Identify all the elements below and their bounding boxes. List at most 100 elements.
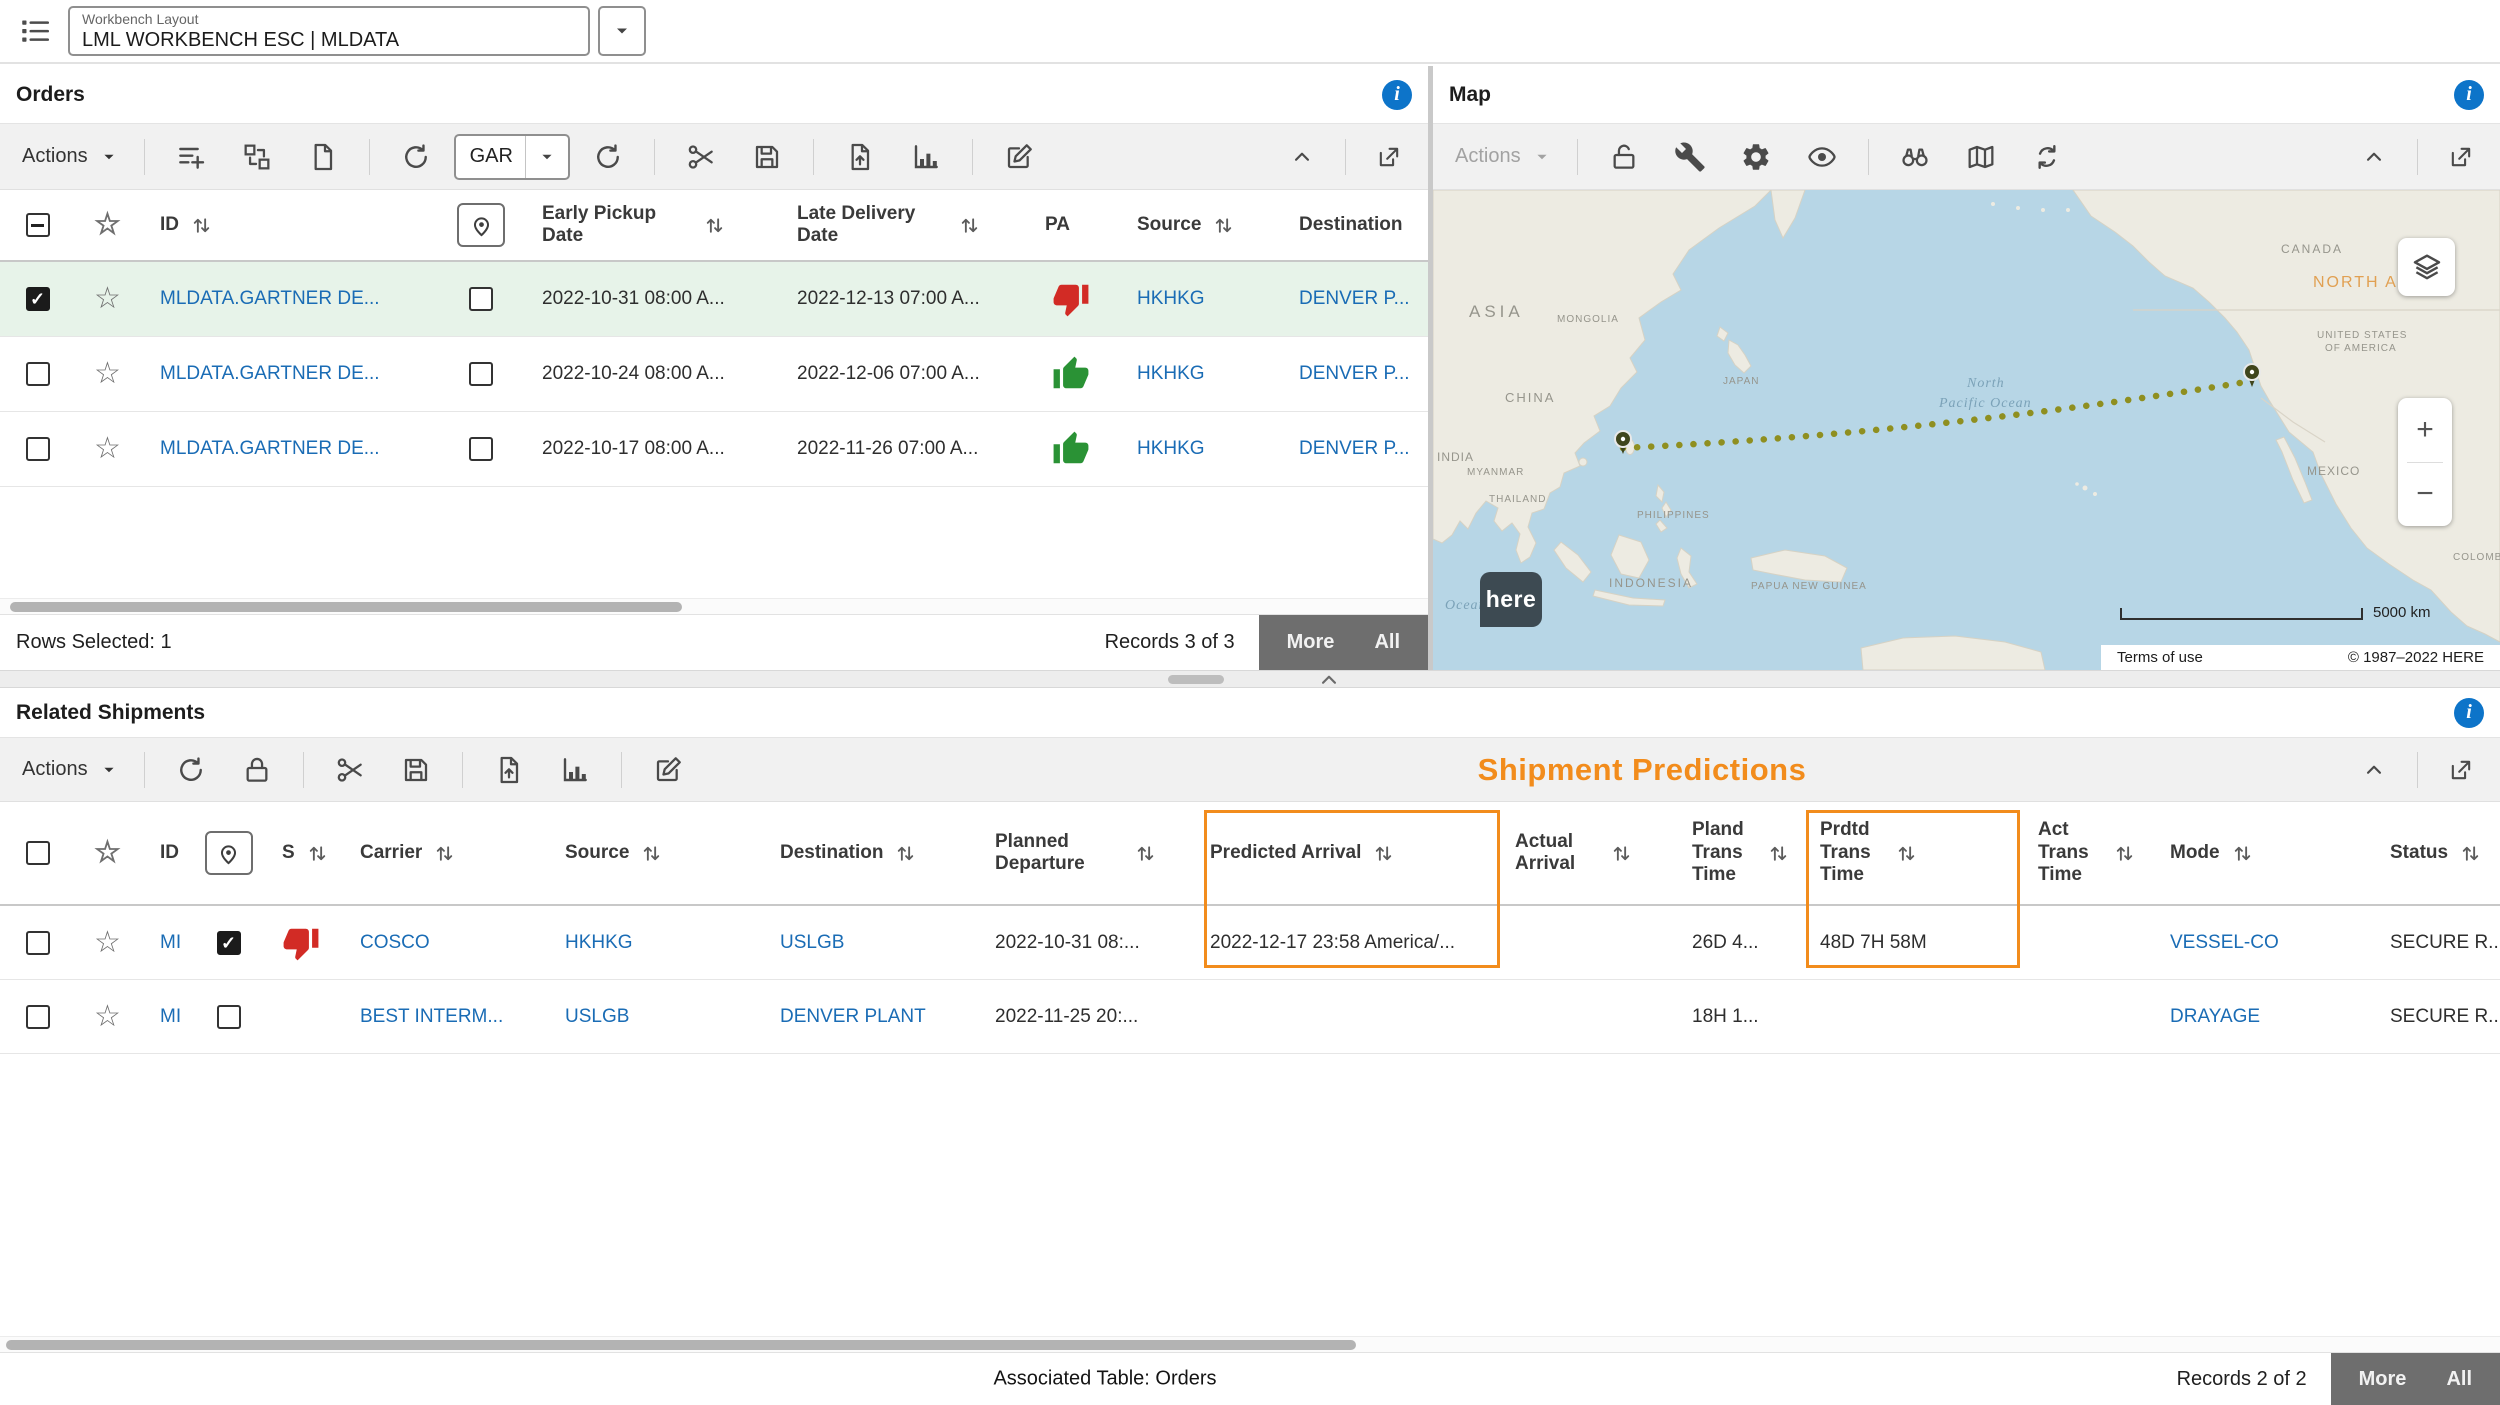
- order-id-link[interactable]: MLDATA.GARTNER DE...: [160, 438, 380, 460]
- orders-actions-button[interactable]: Actions: [16, 133, 126, 181]
- edit-button[interactable]: [991, 133, 1047, 181]
- terms-of-use-link[interactable]: Terms of use: [2117, 649, 2203, 666]
- map-display-checkbox[interactable]: [217, 1005, 241, 1029]
- map-view-button[interactable]: [1953, 133, 2009, 181]
- workbench-layout-dropdown-button[interactable]: [598, 6, 646, 56]
- scrollbar-thumb[interactable]: [6, 1340, 1356, 1350]
- sort-icon[interactable]: [1609, 841, 1634, 866]
- map-info-icon[interactable]: i: [2454, 80, 2484, 110]
- here-logo[interactable]: here: [1480, 572, 1542, 627]
- carrier-link[interactable]: BEST INTERM...: [360, 1006, 503, 1028]
- save-button[interactable]: [388, 746, 444, 794]
- source-link[interactable]: HKHKG: [1137, 438, 1205, 460]
- shipment-id-link[interactable]: MI: [160, 932, 181, 954]
- chart-view-button[interactable]: [898, 133, 954, 181]
- related-shipments-info-icon[interactable]: i: [2454, 698, 2484, 728]
- more-button[interactable]: More: [2359, 1368, 2407, 1391]
- shipments-actions-button[interactable]: Actions: [16, 746, 126, 794]
- panel-splitter-horizontal[interactable]: [0, 670, 2500, 688]
- row-select-checkbox[interactable]: [26, 1005, 50, 1029]
- chart-view-button[interactable]: [547, 746, 603, 794]
- zoom-in-button[interactable]: +: [2398, 398, 2452, 462]
- source-link[interactable]: HKHKG: [1137, 363, 1205, 385]
- splitter-handle[interactable]: [1168, 675, 1224, 684]
- add-filter-button[interactable]: [163, 133, 219, 181]
- source-link[interactable]: USLGB: [565, 1006, 629, 1028]
- open-in-new-window-button[interactable]: [2438, 133, 2484, 181]
- all-button[interactable]: All: [1374, 631, 1400, 654]
- sort-icon[interactable]: [1211, 213, 1236, 238]
- favorite-star-icon[interactable]: ☆: [94, 434, 121, 464]
- map-display-checkbox[interactable]: [469, 362, 493, 386]
- destination-link[interactable]: DENVER P...: [1299, 363, 1410, 385]
- favorite-star-icon[interactable]: ☆: [94, 838, 121, 868]
- sort-icon[interactable]: [893, 841, 918, 866]
- row-select-checkbox[interactable]: [26, 287, 50, 311]
- select-all-checkbox[interactable]: [26, 841, 50, 865]
- show-on-map-button[interactable]: [205, 831, 253, 875]
- sort-icon[interactable]: [2112, 841, 2137, 866]
- more-button[interactable]: More: [1287, 631, 1335, 654]
- scrollbar-thumb[interactable]: [10, 602, 682, 612]
- refresh-button[interactable]: [388, 133, 444, 181]
- row-select-checkbox[interactable]: [26, 362, 50, 386]
- horizontal-scrollbar[interactable]: [0, 1336, 2500, 1352]
- row-select-checkbox[interactable]: [26, 931, 50, 955]
- shipment-id-link[interactable]: MI: [160, 1006, 181, 1028]
- map-display-checkbox[interactable]: [217, 931, 241, 955]
- reassign-button[interactable]: [229, 133, 285, 181]
- export-button[interactable]: [832, 133, 888, 181]
- source-link[interactable]: HKHKG: [565, 932, 633, 954]
- zoom-out-button[interactable]: −: [2398, 463, 2452, 527]
- map-settings-button[interactable]: [1728, 133, 1784, 181]
- order-id-link[interactable]: MLDATA.GARTNER DE...: [160, 288, 380, 310]
- orders-info-icon[interactable]: i: [1382, 80, 1412, 110]
- sort-icon[interactable]: [1894, 841, 1919, 866]
- refresh-button[interactable]: [163, 746, 219, 794]
- map-display-checkbox[interactable]: [469, 287, 493, 311]
- destination-link[interactable]: USLGB: [780, 932, 844, 954]
- edit-button[interactable]: [640, 746, 696, 794]
- row-select-checkbox[interactable]: [26, 437, 50, 461]
- unassign-button[interactable]: [673, 133, 729, 181]
- favorite-star-icon[interactable]: ☆: [94, 359, 121, 389]
- workbench-list-icon[interactable]: [18, 14, 52, 48]
- order-id-link[interactable]: MLDATA.GARTNER DE...: [160, 363, 380, 385]
- favorite-star-icon[interactable]: ☆: [94, 928, 121, 958]
- sort-icon[interactable]: [1133, 841, 1158, 866]
- horizontal-scrollbar[interactable]: [0, 598, 1428, 614]
- map-search-button[interactable]: [1887, 133, 1943, 181]
- sort-icon[interactable]: [305, 841, 330, 866]
- collapse-panel-button[interactable]: [1279, 133, 1325, 181]
- source-link[interactable]: HKHKG: [1137, 288, 1205, 310]
- map-refresh-button[interactable]: [2019, 133, 2075, 181]
- open-in-new-window-button[interactable]: [1366, 133, 1412, 181]
- all-button[interactable]: All: [2446, 1368, 2472, 1391]
- collapse-panel-button[interactable]: [2351, 746, 2397, 794]
- chevron-up-icon[interactable]: [1316, 667, 1342, 693]
- sort-icon[interactable]: [189, 213, 214, 238]
- saved-query-dropdown[interactable]: GAR: [454, 134, 570, 180]
- destination-link[interactable]: DENVER P...: [1299, 438, 1410, 460]
- save-button[interactable]: [739, 133, 795, 181]
- map-actions-button[interactable]: Actions: [1449, 133, 1559, 181]
- select-all-checkbox[interactable]: [26, 213, 50, 237]
- unassign-button[interactable]: [322, 746, 378, 794]
- new-document-button[interactable]: [295, 133, 351, 181]
- lock-button[interactable]: [229, 746, 285, 794]
- open-in-new-window-button[interactable]: [2438, 746, 2484, 794]
- sort-icon[interactable]: [2230, 841, 2255, 866]
- sort-icon[interactable]: [639, 841, 664, 866]
- workbench-layout-combo[interactable]: Workbench Layout LML WORKBENCH ESC | MLD…: [68, 6, 590, 56]
- sort-icon[interactable]: [957, 213, 982, 238]
- favorite-star-icon[interactable]: ☆: [94, 284, 121, 314]
- show-on-map-button[interactable]: [457, 203, 505, 247]
- sort-icon[interactable]: [702, 213, 727, 238]
- collapse-panel-button[interactable]: [2351, 133, 2397, 181]
- destination-link[interactable]: DENVER PLANT: [780, 1006, 926, 1028]
- reload-query-button[interactable]: [580, 133, 636, 181]
- map-visibility-button[interactable]: [1794, 133, 1850, 181]
- sort-icon[interactable]: [2458, 841, 2483, 866]
- favorite-star-icon[interactable]: ☆: [94, 210, 121, 240]
- destination-link[interactable]: DENVER P...: [1299, 288, 1410, 310]
